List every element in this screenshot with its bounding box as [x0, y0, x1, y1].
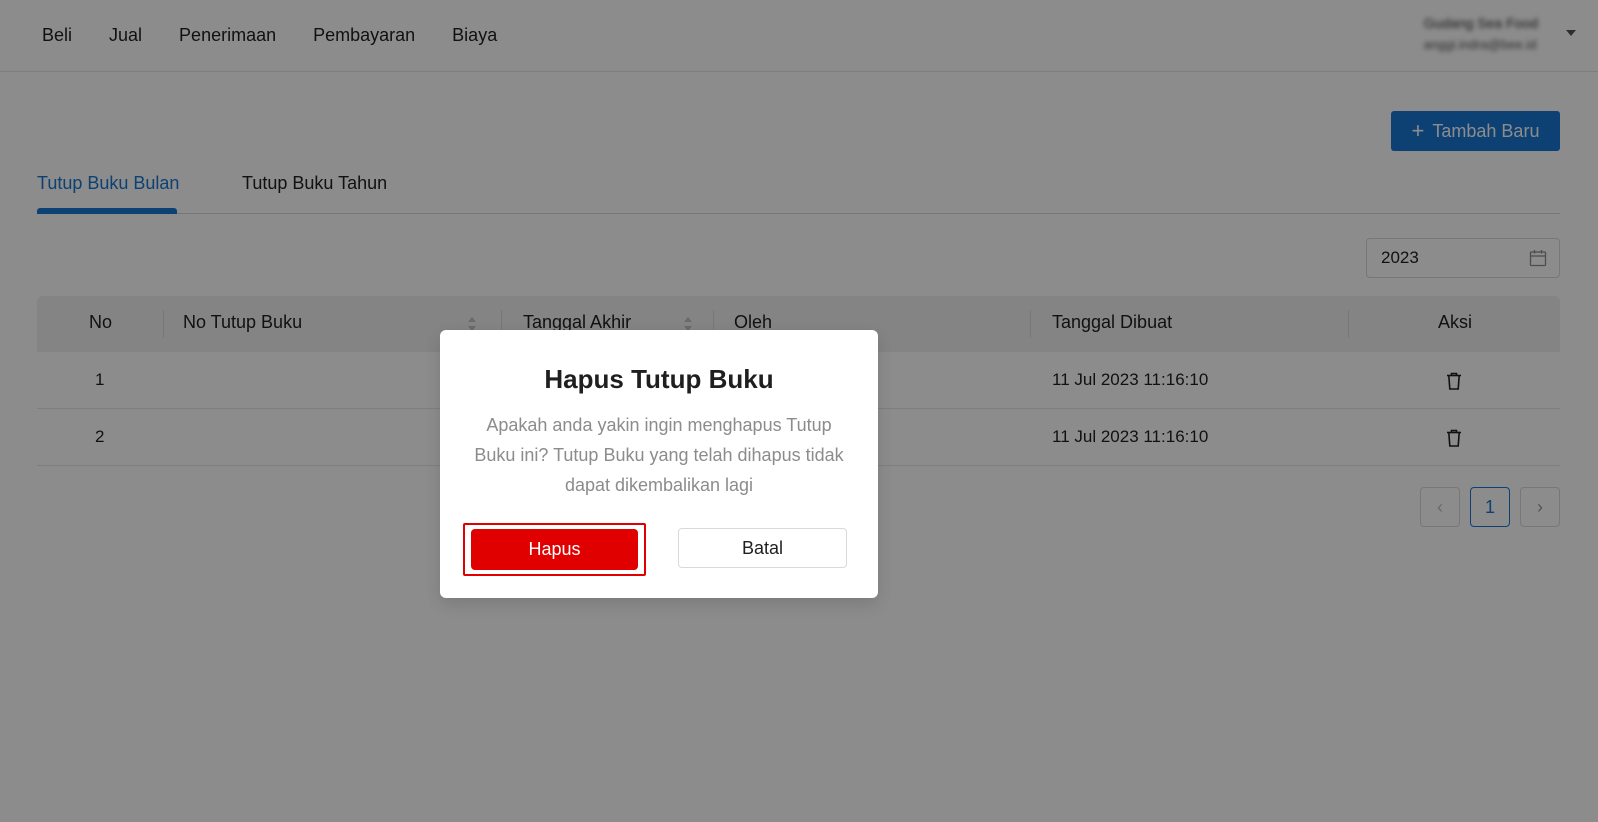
highlight-box: Hapus: [463, 523, 646, 576]
modal-message: Apakah anda yakin ingin menghapus Tutup …: [474, 415, 844, 495]
cancel-button[interactable]: Batal: [678, 528, 847, 568]
page: Beli Jual Penerimaan Pembayaran Biaya Gu…: [0, 0, 1598, 822]
delete-confirm-modal: Hapus Tutup Buku Apakah anda yakin ingin…: [440, 330, 878, 598]
modal-title: Hapus Tutup Buku: [544, 364, 774, 394]
confirm-delete-button[interactable]: Hapus: [471, 529, 638, 570]
